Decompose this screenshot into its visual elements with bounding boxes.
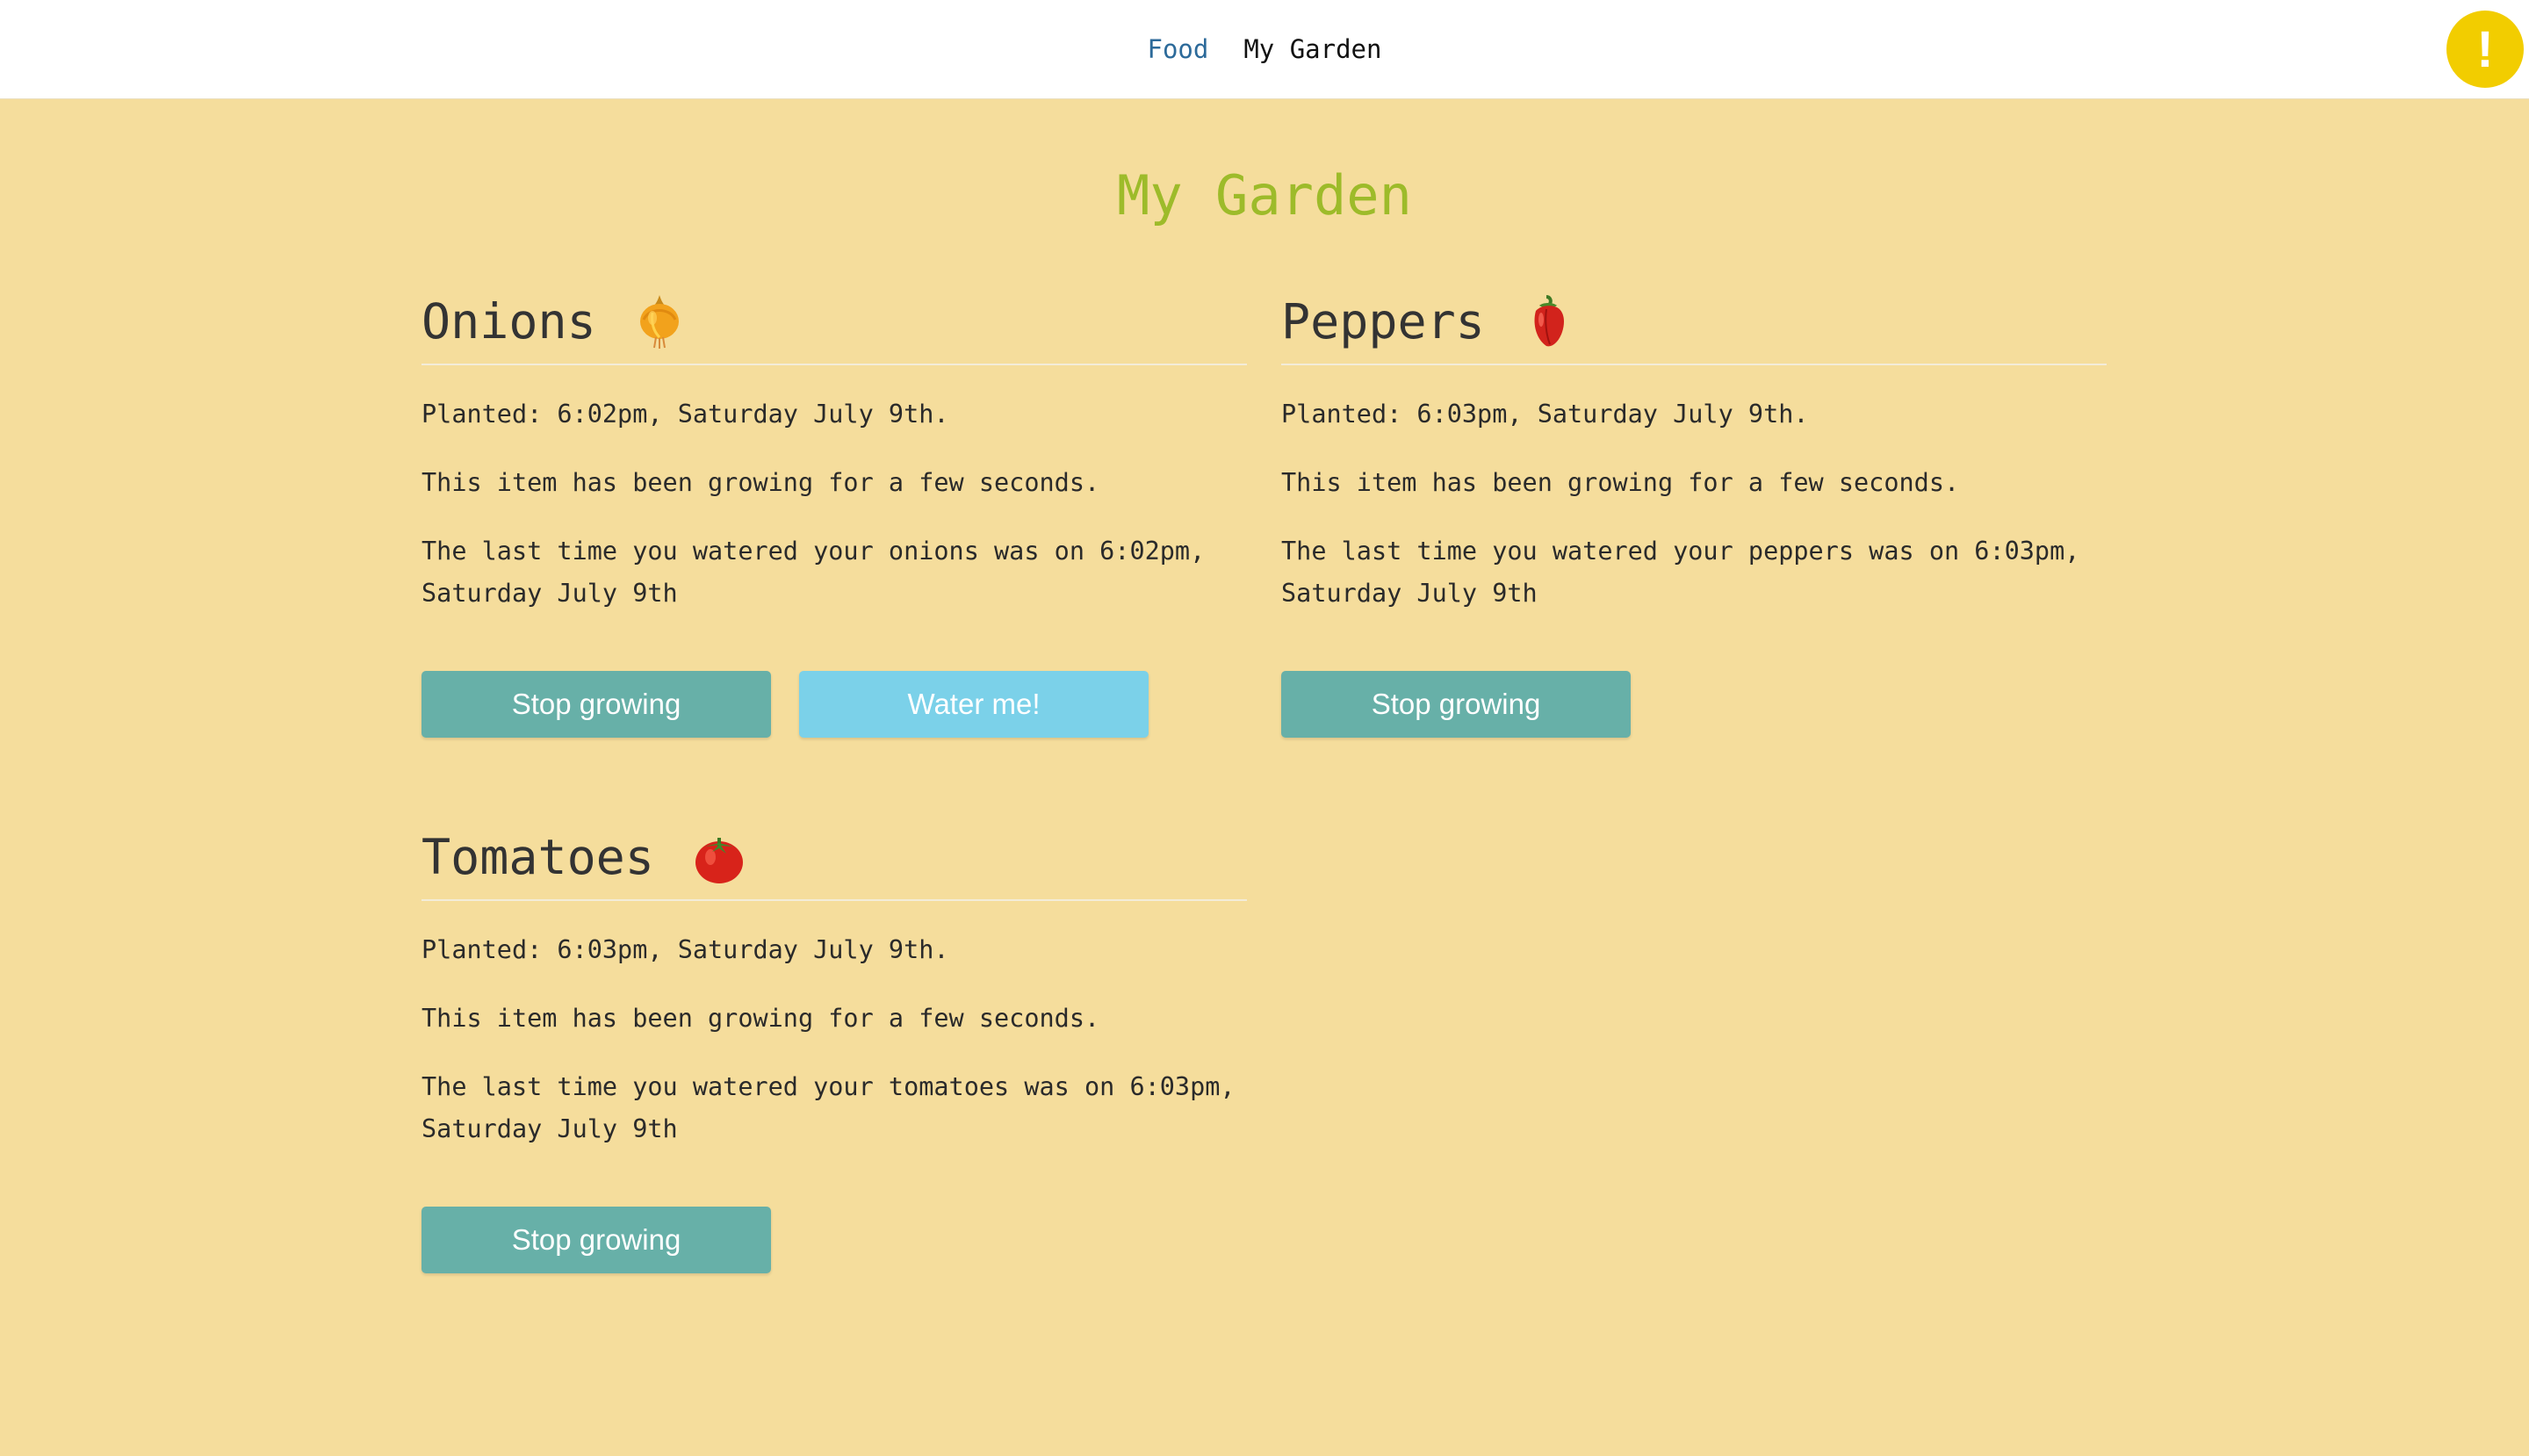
plant-card-onions: Onions Planted: 6:02pm, Saturday July 9t… (422, 290, 1247, 738)
last-watered-text: The last time you watered your tomatoes … (422, 1072, 1236, 1143)
stop-growing-button[interactable]: Stop growing (422, 671, 771, 738)
top-navbar: Food My Garden ! (0, 0, 2529, 99)
card-actions: Stop growing (422, 1207, 1247, 1273)
growing-text: This item has been growing for a few sec… (422, 1004, 1100, 1033)
last-watered-text: The last time you watered your peppers w… (1281, 537, 2080, 608)
plant-name: Onions (422, 293, 596, 350)
alert-icon[interactable]: ! (2446, 11, 2524, 88)
card-actions: Stop growing Water me! (422, 671, 1247, 738)
plant-card-header: Tomatoes (422, 825, 1247, 901)
plant-card-header: Onions (422, 290, 1247, 365)
card-actions: Stop growing (1281, 671, 2107, 738)
stop-growing-button[interactable]: Stop growing (422, 1207, 771, 1273)
plant-card-tomatoes: Tomatoes Planted: 6:03pm, Saturday July … (422, 825, 1247, 1273)
planted-text: Planted: 6:03pm, Saturday July 9th. (422, 935, 949, 964)
pepper-icon (1524, 293, 1573, 350)
page-title: My Garden (1117, 163, 1412, 227)
growing-text: This item has been growing for a few sec… (422, 468, 1100, 497)
main-nav: Food My Garden (0, 0, 2529, 98)
tomato-icon (693, 829, 743, 885)
nav-link-food[interactable]: Food (1148, 34, 1209, 64)
plant-name: Tomatoes (422, 829, 654, 885)
stop-growing-button[interactable]: Stop growing (1281, 671, 1631, 738)
growing-text: This item has been growing for a few sec… (1281, 468, 1960, 497)
planted-text: Planted: 6:03pm, Saturday July 9th. (1281, 400, 1809, 429)
onion-icon (635, 293, 684, 350)
nav-link-my-garden[interactable]: My Garden (1243, 34, 1381, 64)
water-me-button[interactable]: Water me! (799, 671, 1149, 738)
planted-text: Planted: 6:02pm, Saturday July 9th. (422, 400, 949, 429)
plant-card-peppers: Peppers Planted: 6:03pm, Saturday July 9… (1281, 290, 2107, 738)
plant-name: Peppers (1281, 293, 1485, 350)
plant-card-header: Peppers (1281, 290, 2107, 365)
last-watered-text: The last time you watered your onions wa… (422, 537, 1206, 608)
